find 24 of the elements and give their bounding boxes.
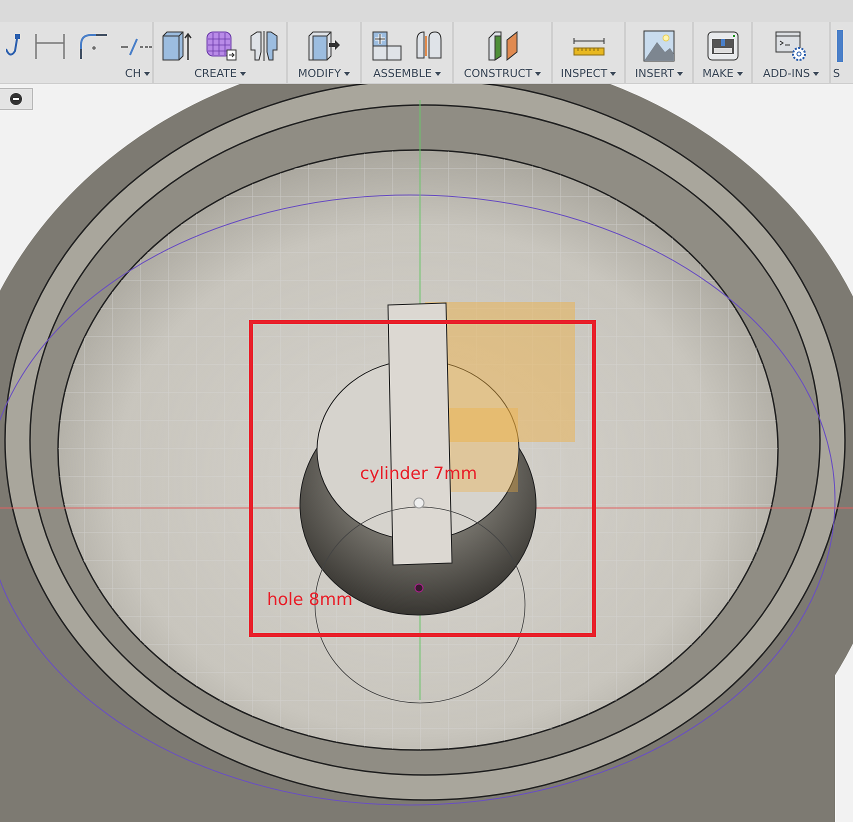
mirror-icon[interactable] — [249, 30, 279, 62]
mesh-cube-icon[interactable] — [205, 30, 237, 62]
toolbar-menu[interactable]: CREATE — [192, 67, 248, 80]
ruler-icon[interactable] — [572, 35, 604, 57]
toolbar-menu[interactable]: INSERT — [633, 67, 685, 80]
extrude-box-icon[interactable] — [161, 30, 193, 62]
printer-icon[interactable] — [706, 30, 738, 62]
dimension-icon[interactable] — [34, 31, 66, 61]
new-component-icon[interactable] — [371, 30, 403, 62]
fillet-icon[interactable] — [78, 31, 108, 61]
toolbar-menu[interactable]: ADD-INS — [761, 67, 821, 80]
toolbar-menu[interactable]: INSPECT — [558, 67, 618, 80]
collapse-button[interactable] — [0, 88, 33, 110]
script-gear-icon[interactable] — [775, 30, 807, 62]
planes-icon[interactable] — [486, 30, 518, 62]
toolbar-menu[interactable]: MODIFY — [296, 67, 352, 80]
toolbar-menu[interactable]: MAKE — [700, 67, 745, 80]
picture-icon[interactable] — [643, 30, 675, 62]
toolbar-menu[interactable]: ASSEMBLE — [371, 67, 443, 80]
box-arrow-icon[interactable] — [307, 30, 341, 62]
toolbar-menu[interactable]: S — [831, 67, 842, 80]
toolbar-menu[interactable]: CH — [123, 67, 152, 80]
minus-icon — [10, 93, 22, 105]
toolbar-menu[interactable]: CONSTRUCT — [462, 67, 544, 80]
